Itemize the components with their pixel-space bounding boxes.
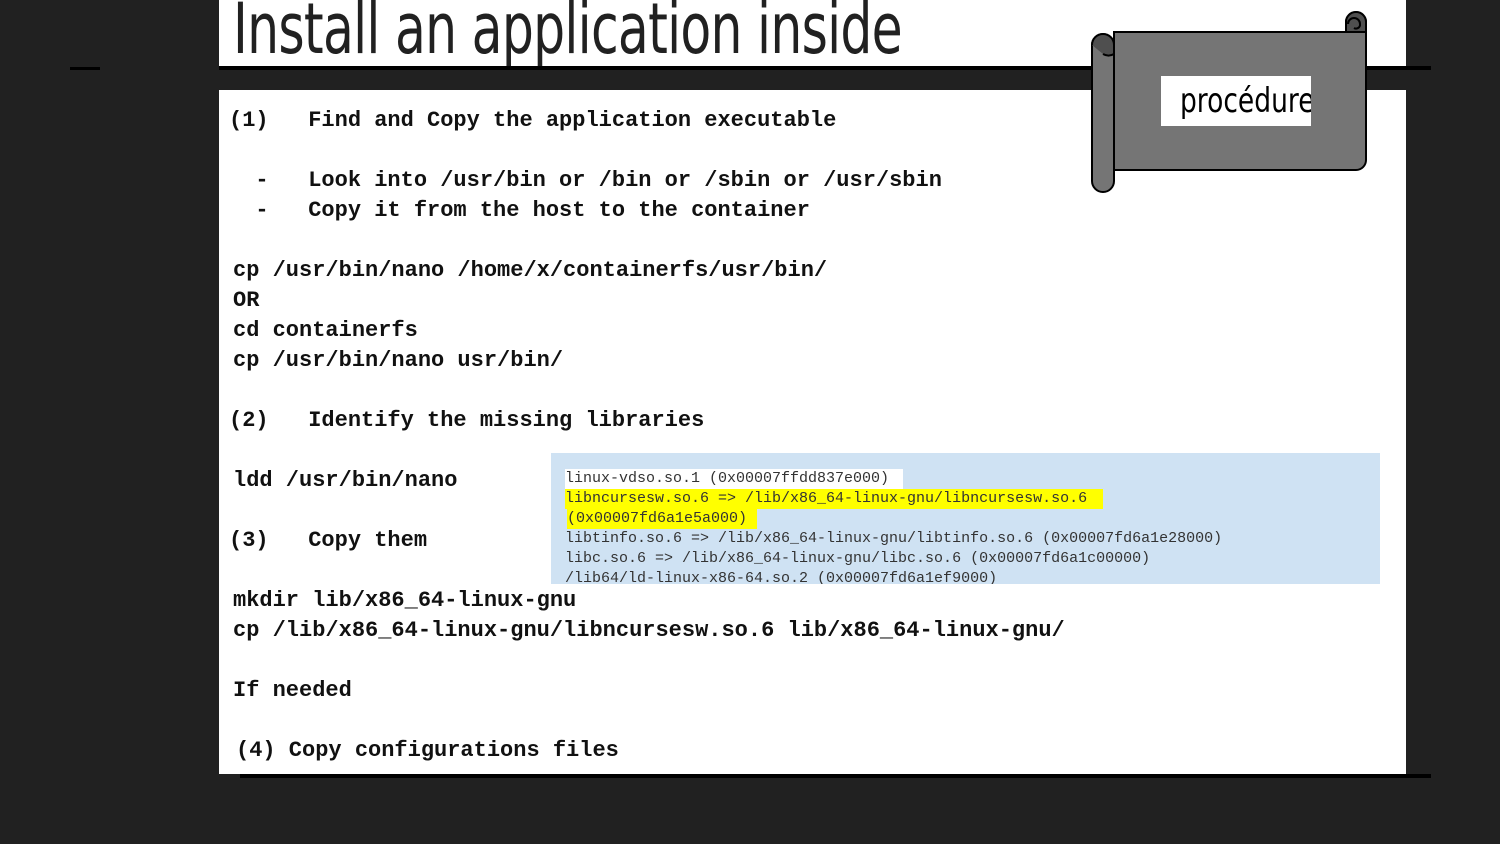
- ldd-output-line: linux-vdso.so.1 (0x00007ffdd837e000): [565, 469, 904, 489]
- if-needed-label: If needed: [233, 678, 352, 703]
- step-3-cmd-mkdir: mkdir lib/x86_64-linux-gnu: [233, 588, 577, 613]
- step-1-title: (1) Find and Copy the application execut…: [229, 108, 837, 133]
- procedure-label: procédure: [1161, 76, 1311, 126]
- procedure-label-text: procédure: [1179, 81, 1311, 121]
- ldd-output-line: /lib64/ld-linux-x86-64.so.2 (0x00007fd6a…: [565, 570, 998, 584]
- ldd-output-line: libtinfo.so.6 => /lib/x86_64-linux-gnu/l…: [565, 530, 1223, 547]
- bottom-rule: [240, 774, 1431, 778]
- step-2-cmd-ldd: ldd /usr/bin/nano: [233, 468, 458, 493]
- step-1-cmd-copy: cp /usr/bin/nano /home/x/containerfs/usr…: [233, 258, 828, 283]
- ldd-output-box: linux-vdso.so.1 (0x00007ffdd837e000) lib…: [551, 453, 1380, 584]
- step-3-title: (3) Copy them: [229, 528, 428, 553]
- step-2-title: (2) Identify the missing libraries: [229, 408, 705, 433]
- step-1-cmd-copy-relative: cp /usr/bin/nano usr/bin/: [233, 348, 564, 373]
- ldd-output-line-highlight: libncursesw.so.6 => /lib/x86_64-linux-gn…: [565, 489, 1104, 509]
- step-1-bullet-1: - Look into /usr/bin or /bin or /sbin or…: [229, 168, 942, 193]
- step-1-cmd-cd: cd containerfs: [233, 318, 418, 343]
- step-4-title: (4) Copy configurations files: [236, 738, 619, 763]
- step-1-bullet-2: - Copy it from the host to the container: [229, 198, 810, 223]
- step-1-or: OR: [233, 288, 260, 313]
- ldd-output-line-highlight: (0x00007fd6a1e5a000): [567, 509, 758, 529]
- ldd-output-line: libc.so.6 => /lib/x86_64-linux-gnu/libc.…: [565, 550, 1151, 567]
- left-dash-decoration: [70, 67, 100, 70]
- slide-title: Install an application inside: [233, 0, 903, 70]
- step-3-cmd-copy-lib: cp /lib/x86_64-linux-gnu/libncursesw.so.…: [233, 618, 1065, 643]
